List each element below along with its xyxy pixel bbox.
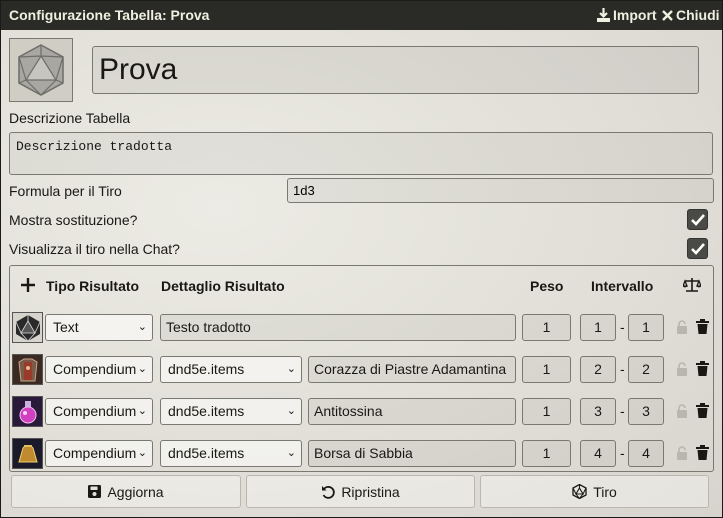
chevron-down-icon: ⌄: [137, 363, 147, 375]
lock-icon[interactable]: [676, 446, 688, 460]
table-config-window: Configurazione Tabella: Prova Import Chi…: [0, 0, 723, 518]
save-icon: [88, 485, 102, 498]
add-result-icon[interactable]: [21, 278, 35, 292]
result-type-value: Compendium: [53, 445, 137, 461]
range-high-field[interactable]: 3: [628, 398, 664, 425]
table-image[interactable]: [9, 38, 73, 102]
checkmark-icon: [690, 213, 705, 226]
update-button[interactable]: Aggiorna: [11, 475, 241, 508]
header-range: Intervallo: [591, 278, 654, 294]
import-label: Import: [613, 7, 657, 23]
result-collection-value: dnd5e.items: [168, 403, 245, 419]
result-weight-field[interactable]: 1: [522, 440, 571, 467]
range-low-field[interactable]: 1: [580, 314, 616, 341]
show-replacement-checkbox[interactable]: [687, 209, 708, 230]
chevron-down-icon: ⌄: [137, 447, 147, 459]
result-weight-field[interactable]: 1: [522, 356, 571, 383]
close-button[interactable]: Chiudi: [662, 7, 720, 23]
result-weight-field[interactable]: 1: [522, 398, 571, 425]
chevron-down-icon: ⌄: [286, 405, 296, 417]
header-weight: Peso: [530, 278, 564, 294]
d20-icon: [18, 44, 64, 96]
reset-label: Ripristina: [341, 483, 400, 500]
result-type-select[interactable]: Compendium ⌄: [45, 440, 153, 467]
display-roll-checkbox[interactable]: [687, 238, 708, 259]
armor-icon: [13, 355, 42, 384]
range-low-field[interactable]: 2: [580, 356, 616, 383]
result-text-field[interactable]: Corazza di Piastre Adamantina: [308, 356, 516, 383]
result-icon[interactable]: [12, 354, 43, 385]
description-field[interactable]: Descrizione tradotta: [9, 132, 713, 175]
range-dash: -: [620, 445, 625, 461]
result-collection-value: dnd5e.items: [168, 445, 245, 461]
chevron-down-icon: ⌄: [137, 405, 147, 417]
range-dash: -: [620, 403, 625, 419]
range-low-field[interactable]: 3: [580, 398, 616, 425]
download-icon: [597, 8, 610, 22]
result-collection-select[interactable]: dnd5e.items ⌄: [160, 398, 302, 425]
show-replacement-label: Mostra sostituzione?: [9, 212, 138, 228]
range-dash: -: [620, 361, 625, 377]
normalize-icon[interactable]: [683, 277, 701, 293]
lock-icon[interactable]: [676, 320, 688, 334]
trash-icon[interactable]: [696, 403, 709, 418]
result-text-field[interactable]: Testo tradotto: [160, 314, 516, 341]
formula-label: Formula per il Tiro: [9, 183, 122, 199]
header-type: Tipo Risultato: [46, 278, 140, 294]
result-weight-field[interactable]: 1: [522, 314, 571, 341]
d20-icon: [15, 314, 40, 341]
result-icon[interactable]: [12, 312, 43, 343]
sand-pouch-icon: [13, 439, 42, 468]
close-label: Chiudi: [676, 7, 720, 23]
range-high-field[interactable]: 2: [628, 356, 664, 383]
d20-icon: [572, 484, 587, 499]
checkmark-icon: [690, 242, 705, 255]
roll-label: Tiro: [593, 483, 617, 500]
result-text-field[interactable]: Antitossina: [308, 398, 516, 425]
roll-button[interactable]: Tiro: [480, 475, 709, 508]
window-title: Configurazione Tabella: Prova: [9, 7, 210, 23]
reset-button[interactable]: Ripristina: [246, 475, 475, 508]
trash-icon[interactable]: [696, 361, 709, 376]
table-name-input[interactable]: [92, 46, 699, 94]
result-icon[interactable]: [12, 438, 43, 469]
undo-icon: [322, 485, 336, 499]
range-high-field[interactable]: 1: [628, 314, 664, 341]
display-roll-label: Visualizza il tiro nella Chat?: [9, 241, 180, 257]
lock-icon[interactable]: [676, 362, 688, 376]
chevron-down-icon: ⌄: [286, 363, 296, 375]
result-type-select[interactable]: Compendium ⌄: [45, 398, 153, 425]
result-icon[interactable]: [12, 396, 43, 427]
chevron-down-icon: ⌄: [137, 321, 147, 333]
close-icon: [662, 9, 673, 21]
result-type-value: Compendium: [53, 403, 137, 419]
lock-icon[interactable]: [676, 404, 688, 418]
range-dash: -: [620, 319, 625, 335]
formula-input[interactable]: [287, 178, 714, 203]
description-label: Descrizione Tabella: [9, 110, 131, 126]
chevron-down-icon: ⌄: [286, 447, 296, 459]
potion-icon: [13, 397, 42, 426]
result-collection-select[interactable]: dnd5e.items ⌄: [160, 440, 302, 467]
header-detail: Dettaglio Risultato: [161, 278, 285, 294]
result-type-select[interactable]: Text ⌄: [45, 314, 153, 341]
window-titlebar: Configurazione Tabella: Prova Import Chi…: [1, 1, 722, 30]
result-type-value: Compendium: [53, 361, 137, 377]
result-type-select[interactable]: Compendium ⌄: [45, 356, 153, 383]
result-type-value: Text: [53, 319, 79, 335]
trash-icon[interactable]: [696, 445, 709, 460]
trash-icon[interactable]: [696, 319, 709, 334]
import-button[interactable]: Import: [597, 7, 657, 23]
result-collection-select[interactable]: dnd5e.items ⌄: [160, 356, 302, 383]
range-low-field[interactable]: 4: [580, 440, 616, 467]
result-text-field[interactable]: Borsa di Sabbia: [308, 440, 516, 467]
result-collection-value: dnd5e.items: [168, 361, 245, 377]
update-label: Aggiorna: [107, 483, 164, 500]
range-high-field[interactable]: 4: [628, 440, 664, 467]
